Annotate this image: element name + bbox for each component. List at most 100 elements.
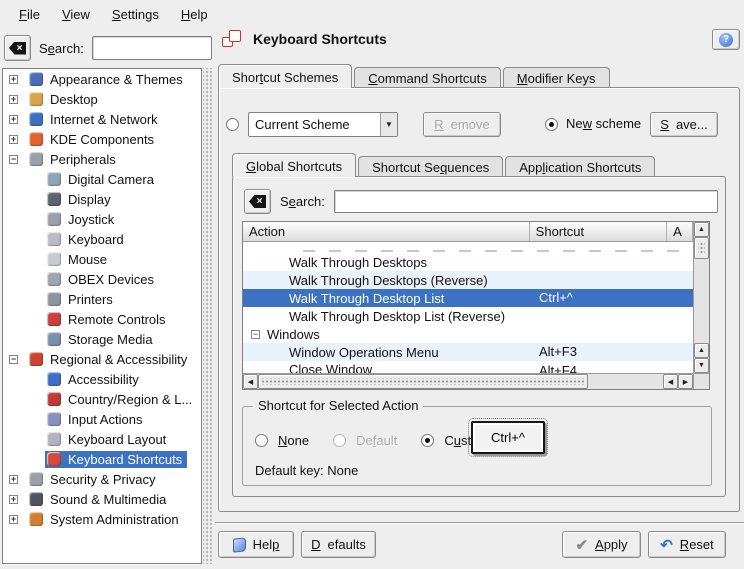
tree-row-content: Keyboard (45, 231, 129, 248)
default-radio-label: Default (356, 433, 397, 448)
sidebar-item-sound-multimedia[interactable]: +Sound & Multimedia (3, 489, 201, 509)
expand-icon[interactable]: + (9, 515, 18, 524)
save-scheme-button[interactable]: Save... (650, 112, 718, 137)
menu-help[interactable]: Help (170, 3, 219, 26)
menu-view[interactable]: View (51, 3, 101, 26)
vertical-scroll-track[interactable] (694, 259, 709, 343)
shortcut-row-walk-through-desktops[interactable]: Walk Through Desktops (243, 253, 693, 271)
expand-icon[interactable]: + (9, 115, 18, 124)
clear-search-icon: × (249, 195, 266, 208)
column-header-action[interactable]: Action (243, 222, 530, 241)
tab-command-shortcuts[interactable]: Command Shortcuts (354, 67, 501, 88)
current-scheme-radio[interactable] (226, 118, 239, 131)
sidebar-item-desktop[interactable]: +Desktop (3, 89, 201, 109)
scroll-down-button[interactable]: ▼ (694, 358, 709, 373)
tab-global-shortcuts[interactable]: Global Shortcuts (232, 153, 356, 177)
shortcut-row-walk-through-desktops-reverse[interactable]: Walk Through Desktops (Reverse) (243, 271, 693, 289)
sidebar-item-obex-devices[interactable]: OBEX Devices (3, 269, 201, 289)
tab-application-shortcuts[interactable]: Application Shortcuts (505, 156, 655, 177)
shortcut-row-walk-through-desktop-list[interactable]: Walk Through Desktop ListCtrl+^ (243, 289, 693, 307)
sidebar-item-display[interactable]: Display (3, 189, 201, 209)
scrollbar-corner (693, 373, 709, 389)
sidebar-item-input-actions[interactable]: Input Actions (3, 409, 201, 429)
sidebar-item-printers[interactable]: Printers (3, 289, 201, 309)
sidebar-item-kde-components[interactable]: +KDE Components (3, 129, 201, 149)
module-tree: + Appearance & Themes+Desktop+Internet & … (2, 68, 202, 564)
sidebar-item-mouse[interactable]: Mouse (3, 249, 201, 269)
scroll-left-button[interactable]: ◀ (243, 374, 258, 389)
vertical-scrollbar[interactable]: ▲ ▲ ▼ (693, 222, 709, 373)
shortcut-row-close-window[interactable]: Close WindowAlt+F4 (243, 361, 693, 373)
menu-file[interactable]: File (8, 3, 51, 26)
shortcut-key-button[interactable]: Ctrl+^ (471, 421, 545, 454)
shortcut-row-windows[interactable]: −Windows (243, 325, 693, 343)
sidebar-item-remote-controls[interactable]: Remote Controls (3, 309, 201, 329)
vertical-scroll-thumb[interactable] (694, 237, 709, 259)
sidebar-item-appearance-themes[interactable]: + Appearance & Themes (3, 69, 201, 89)
tree-row-content: Appearance & Themes (27, 71, 188, 88)
sidebar-item-system-administration[interactable]: +System Administration (3, 509, 201, 529)
sidebar-search-input[interactable] (92, 36, 212, 60)
tab-modifier-keys[interactable]: Modifier Keys (503, 67, 610, 88)
whats-this-help-button[interactable]: ? (712, 29, 740, 50)
expand-icon[interactable]: + (9, 75, 18, 84)
sidebar-item-storage-media[interactable]: Storage Media (3, 329, 201, 349)
expand-icon[interactable]: + (9, 135, 18, 144)
menu-settings[interactable]: Settings (101, 3, 170, 26)
apply-button[interactable]: ✔ Apply (562, 531, 641, 558)
column-header-a[interactable]: A (667, 222, 693, 241)
sidebar-item-digital-camera[interactable]: Digital Camera (3, 169, 201, 189)
sidebar-item-keyboard-layout[interactable]: Keyboard Layout (3, 429, 201, 449)
horizontal-scroll-track[interactable] (588, 374, 663, 389)
shortcut-row-walk-through-desktop-list-reverse[interactable]: Walk Through Desktop List (Reverse) (243, 307, 693, 325)
shortcut-list-header: ActionShortcutA (243, 222, 693, 242)
expand-icon[interactable]: + (9, 475, 18, 484)
defaults-button[interactable]: Defaults (301, 531, 376, 558)
sidebar-item-security-privacy[interactable]: +Security & Privacy (3, 469, 201, 489)
help-button[interactable]: Help (218, 531, 294, 558)
tab-shortcut-sequences[interactable]: Shortcut Sequences (358, 156, 503, 177)
custom-radio[interactable] (421, 434, 434, 447)
shortcut-search-input[interactable] (334, 190, 718, 213)
sidebar-item-accessibility[interactable]: Accessibility (3, 369, 201, 389)
shortcut-value: Alt+F3 (539, 344, 577, 359)
column-header-shortcut[interactable]: Shortcut (530, 222, 667, 241)
none-radio[interactable] (255, 434, 268, 447)
help-book-icon (233, 537, 246, 552)
sidebar-item-joystick[interactable]: Joystick (3, 209, 201, 229)
default-radio[interactable] (333, 434, 346, 447)
tree-item-label: Accessibility (68, 372, 139, 387)
shortcut-row-window-operations-menu[interactable]: Window Operations MenuAlt+F3 (243, 343, 693, 361)
expand-icon[interactable]: + (9, 95, 18, 104)
regional-accessibility-icon (29, 352, 43, 366)
clear-shortcut-search-button[interactable]: × (244, 189, 271, 214)
new-scheme-radio[interactable] (545, 118, 558, 131)
splitter-handle[interactable] (203, 68, 212, 564)
shortcut-type-tabbar: Global ShortcutsShortcut SequencesApplic… (232, 153, 657, 177)
appearance-themes-icon (29, 72, 43, 86)
shortcut-search-row: × Search: (244, 189, 718, 214)
sidebar-item-country-region-l[interactable]: Country/Region & L... (3, 389, 201, 409)
sidebar-item-keyboard-shortcuts[interactable]: Keyboard Shortcuts (3, 449, 201, 469)
sidebar-item-peripherals[interactable]: −Peripherals (3, 149, 201, 169)
sidebar-item-keyboard[interactable]: Keyboard (3, 229, 201, 249)
collapse-icon[interactable]: − (9, 355, 18, 364)
collapse-icon[interactable]: − (251, 330, 260, 339)
joystick-icon (47, 212, 61, 226)
horizontal-scrollbar[interactable]: ◀ ◀ ▶ (243, 373, 693, 389)
sidebar-item-internet-network[interactable]: +Internet & Network (3, 109, 201, 129)
horizontal-scroll-thumb[interactable] (258, 374, 588, 389)
scroll-up-button[interactable]: ▲ (694, 222, 709, 237)
tab-shortcut-schemes[interactable]: Shortcut Schemes (218, 64, 352, 88)
collapse-icon[interactable]: − (9, 155, 18, 164)
scroll-up-button-2[interactable]: ▲ (694, 343, 709, 358)
scroll-left-button-2[interactable]: ◀ (663, 374, 678, 389)
scroll-right-button[interactable]: ▶ (678, 374, 693, 389)
expand-icon[interactable]: + (9, 495, 18, 504)
remove-scheme-button[interactable]: Remove (423, 112, 501, 137)
reset-button[interactable]: ↶ Reset (648, 531, 726, 558)
clear-search-button[interactable]: × (4, 35, 31, 61)
scheme-select[interactable]: Current Scheme ▼ (248, 112, 398, 137)
sidebar-item-regional-accessibility[interactable]: −Regional & Accessibility (3, 349, 201, 369)
action-label: Walk Through Desktop List (243, 291, 444, 306)
